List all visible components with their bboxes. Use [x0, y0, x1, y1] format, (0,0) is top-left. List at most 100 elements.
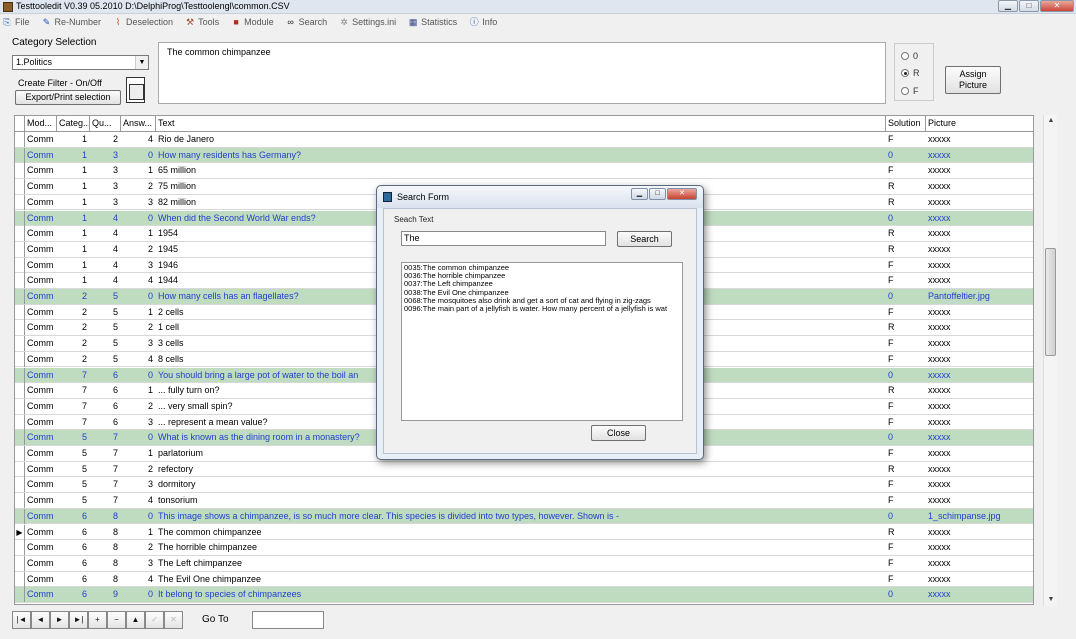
cell-ans[interactable]: 3: [121, 415, 156, 430]
cell-cat[interactable]: 1: [57, 163, 90, 178]
list-item[interactable]: 0037:The Left chimpanzee: [404, 280, 680, 288]
cell-pic[interactable]: xxxxx: [926, 383, 1033, 398]
cell-ans[interactable]: 1: [121, 446, 156, 461]
row-indicator[interactable]: [15, 477, 25, 493]
row-indicator[interactable]: [15, 414, 25, 430]
edit-record-button[interactable]: ▲: [126, 611, 145, 629]
cell-qu[interactable]: 8: [90, 556, 121, 571]
cell-cat[interactable]: 5: [57, 493, 90, 508]
row-indicator[interactable]: [15, 179, 25, 195]
row-indicator[interactable]: [15, 226, 25, 242]
cell-cat[interactable]: 5: [57, 477, 90, 492]
cell-qu[interactable]: 9: [90, 587, 121, 602]
row-indicator[interactable]: [15, 132, 25, 147]
cell-mod[interactable]: Comm: [25, 226, 57, 241]
cell-qu[interactable]: 6: [90, 399, 121, 414]
cell-ans[interactable]: 4: [121, 572, 156, 587]
cell-sol[interactable]: F: [886, 415, 926, 430]
cell-pic[interactable]: xxxxx: [926, 242, 1033, 257]
cell-pic[interactable]: xxxxx: [926, 572, 1033, 587]
cell-sol[interactable]: R: [886, 226, 926, 241]
cell-pic[interactable]: xxxxx: [926, 430, 1033, 445]
menu-module[interactable]: ■ Module: [231, 17, 273, 27]
cell-sol[interactable]: F: [886, 572, 926, 587]
cell-ans[interactable]: 1: [121, 383, 156, 398]
cell-sol[interactable]: 0: [886, 289, 926, 304]
cell-cat[interactable]: 2: [57, 352, 90, 367]
cell-mod[interactable]: Comm: [25, 556, 57, 571]
search-form-titlebar[interactable]: Search Form ▁ □ ✕: [377, 186, 703, 208]
export-print-button[interactable]: Export/Print selection: [15, 90, 121, 105]
cell-qu[interactable]: 3: [90, 179, 121, 194]
cell-ans[interactable]: 2: [121, 320, 156, 335]
cell-sol[interactable]: R: [886, 242, 926, 257]
search-text-input[interactable]: The: [401, 231, 606, 246]
cell-text[interactable]: This image shows a chimpanzee, is so muc…: [156, 509, 886, 524]
radio-r[interactable]: R: [901, 68, 920, 78]
cell-pic[interactable]: xxxxx: [926, 211, 1033, 226]
cell-mod[interactable]: Comm: [25, 383, 57, 398]
cell-sol[interactable]: R: [886, 462, 926, 477]
row-indicator[interactable]: [15, 194, 25, 210]
header-picture[interactable]: Picture: [926, 116, 1033, 131]
insert-record-button[interactable]: +: [88, 611, 107, 629]
cell-cat[interactable]: 5: [57, 430, 90, 445]
table-row[interactable]: Comm 5 7 3 dormitory Fxxxxx: [15, 477, 1033, 494]
cell-cat[interactable]: 2: [57, 305, 90, 320]
row-indicator[interactable]: [15, 257, 25, 273]
cell-cat[interactable]: 1: [57, 179, 90, 194]
create-filter-toggle[interactable]: Create Filter - On/Off: [18, 78, 102, 88]
cell-cat[interactable]: 6: [57, 587, 90, 602]
cell-sol[interactable]: F: [886, 336, 926, 351]
list-item[interactable]: 0096:The main part of a jellyfish is wat…: [404, 305, 680, 313]
cell-pic[interactable]: 1_schimpanse.jpg: [926, 509, 1033, 524]
cell-text[interactable]: How many residents has Germany?: [156, 148, 886, 163]
text-memo[interactable]: The common chimpanzee: [158, 42, 886, 104]
cell-sol[interactable]: R: [886, 320, 926, 335]
cell-cat[interactable]: 1: [57, 132, 90, 147]
cell-pic[interactable]: xxxxx: [926, 415, 1033, 430]
dialog-maximize-button[interactable]: □: [649, 188, 666, 200]
row-indicator[interactable]: [15, 540, 25, 556]
header-module[interactable]: Mod...: [25, 116, 57, 131]
cancel-record-button[interactable]: ✕: [164, 611, 183, 629]
cell-sol[interactable]: F: [886, 352, 926, 367]
row-indicator[interactable]: [15, 508, 25, 524]
chevron-down-icon[interactable]: ▼: [135, 56, 148, 69]
cell-pic[interactable]: xxxxx: [926, 195, 1033, 210]
cell-sol[interactable]: R: [886, 525, 926, 540]
cell-cat[interactable]: 6: [57, 525, 90, 540]
cell-pic[interactable]: xxxxx: [926, 587, 1033, 602]
header-answer[interactable]: Answ...: [121, 116, 156, 131]
cell-cat[interactable]: 6: [57, 556, 90, 571]
cell-text[interactable]: The Evil One chimpanzee: [156, 572, 886, 587]
cell-pic[interactable]: xxxxx: [926, 477, 1033, 492]
search-button[interactable]: Search: [617, 231, 672, 247]
cell-mod[interactable]: Comm: [25, 540, 57, 555]
cell-cat[interactable]: 7: [57, 415, 90, 430]
cell-pic[interactable]: xxxxx: [926, 540, 1033, 555]
cell-ans[interactable]: 3: [121, 556, 156, 571]
cell-cat[interactable]: 6: [57, 540, 90, 555]
cell-cat[interactable]: 7: [57, 399, 90, 414]
cell-sol[interactable]: F: [886, 540, 926, 555]
list-item[interactable]: 0036:The horrible chimpanzee: [404, 272, 680, 280]
cell-ans[interactable]: 3: [121, 195, 156, 210]
row-indicator[interactable]: [15, 461, 25, 477]
cell-sol[interactable]: 0: [886, 148, 926, 163]
cell-ans[interactable]: 0: [121, 211, 156, 226]
printer-icon[interactable]: [126, 77, 145, 103]
maximize-button[interactable]: □: [1019, 0, 1039, 12]
cell-qu[interactable]: 4: [90, 211, 121, 226]
table-row[interactable]: Comm 6 8 4 The Evil One chimpanzee Fxxxxx: [15, 571, 1033, 588]
cell-pic[interactable]: xxxxx: [926, 446, 1033, 461]
cell-mod[interactable]: Comm: [25, 462, 57, 477]
table-row[interactable]: Comm 5 7 2 refectory Rxxxxx: [15, 461, 1033, 478]
scroll-down-icon[interactable]: ▼: [1044, 594, 1058, 606]
row-indicator[interactable]: [15, 367, 25, 383]
cell-ans[interactable]: 3: [121, 477, 156, 492]
first-record-button[interactable]: |◄: [12, 611, 31, 629]
cell-ans[interactable]: 4: [121, 132, 156, 147]
cell-pic[interactable]: xxxxx: [926, 273, 1033, 288]
cell-qu[interactable]: 5: [90, 320, 121, 335]
